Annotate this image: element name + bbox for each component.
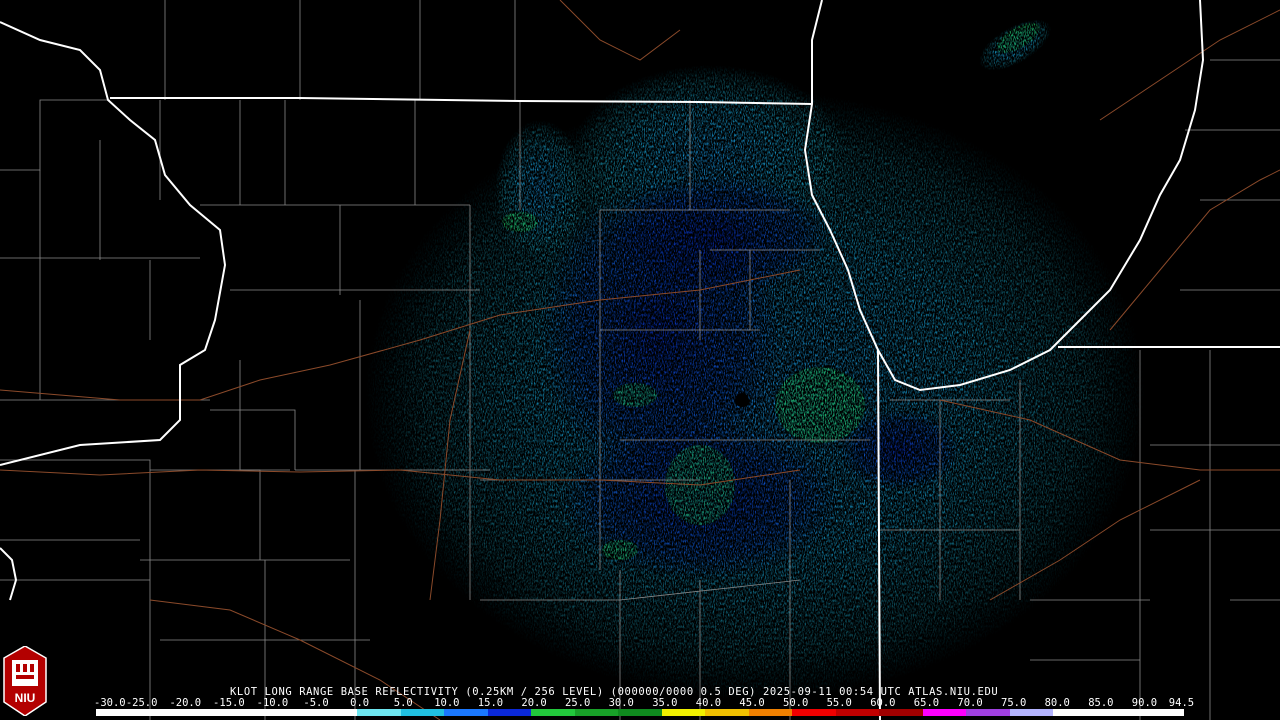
scale-label: 30.0 bbox=[608, 697, 634, 709]
scale-label: -10.0 bbox=[256, 697, 289, 709]
scale-label: 80.0 bbox=[1044, 697, 1070, 709]
color-scale-segment bbox=[748, 709, 793, 716]
radar-site-marker bbox=[735, 393, 749, 407]
color-scale-segment bbox=[487, 709, 532, 716]
color-scale-segment bbox=[1140, 709, 1184, 716]
scale-label: 75.0 bbox=[1001, 697, 1027, 709]
color-scale-segment bbox=[922, 709, 967, 716]
echo-nw-band bbox=[495, 120, 585, 260]
scale-label: 45.0 bbox=[739, 697, 765, 709]
color-scale-segment bbox=[966, 709, 1010, 716]
scale-label: 55.0 bbox=[826, 697, 852, 709]
color-scale-bar bbox=[96, 709, 1184, 716]
color-scale-segment bbox=[1096, 709, 1141, 716]
color-scale-segment bbox=[139, 709, 184, 716]
scale-label: 25.0 bbox=[565, 697, 591, 709]
scale-label: 40.0 bbox=[695, 697, 722, 709]
color-scale-segment bbox=[96, 709, 140, 716]
color-scale-segment bbox=[1053, 709, 1097, 716]
color-scale-segment bbox=[705, 709, 749, 716]
color-scale-segment bbox=[183, 709, 227, 716]
color-scale-labels: -30.0 -25.0 -20.0 -15.0 -10.0 -5.0 0.0 5.0 10.0 1… bbox=[94, 697, 1195, 709]
scale-label: 90.0 bbox=[1131, 697, 1158, 709]
mississippi-river bbox=[0, 21, 227, 466]
scale-label: 0.0 bbox=[350, 697, 370, 709]
reflectivity-echoes bbox=[365, 19, 1145, 700]
color-scale-segment bbox=[444, 709, 488, 716]
scale-label: 70.0 bbox=[957, 697, 983, 709]
scale-label: 20.0 bbox=[521, 697, 547, 709]
echo-core-north bbox=[610, 175, 830, 295]
color-scale-segment bbox=[835, 709, 880, 716]
scale-label: 15.0 bbox=[477, 697, 504, 709]
scale-label: 65.0 bbox=[913, 697, 940, 709]
scale-label: -25.0 bbox=[125, 697, 158, 709]
color-scale-segment bbox=[313, 709, 358, 716]
radar-map bbox=[0, 0, 1280, 720]
color-scale-segment bbox=[1009, 709, 1054, 716]
scale-label: 35.0 bbox=[652, 697, 678, 709]
color-scale-segment bbox=[226, 709, 271, 716]
scale-label: 60.0 bbox=[870, 697, 896, 709]
color-scale-segment bbox=[879, 709, 923, 716]
scale-label: 5.0 bbox=[393, 697, 413, 709]
color-scale-segment bbox=[792, 709, 836, 716]
scale-label: 50.0 bbox=[783, 697, 809, 709]
niu-logo: NIU bbox=[3, 646, 47, 716]
scale-label: -30.0 bbox=[94, 697, 126, 709]
color-scale-segment bbox=[400, 709, 445, 716]
scale-label: -5.0 bbox=[303, 697, 329, 709]
color-scale-segment bbox=[574, 709, 619, 716]
scale-label: -20.0 bbox=[169, 697, 202, 709]
scale-label: -15.0 bbox=[213, 697, 245, 709]
color-scale-segment bbox=[618, 709, 662, 716]
scale-label: 94.5 bbox=[1168, 697, 1195, 709]
color-scale-segment bbox=[661, 709, 706, 716]
logo-text: NIU bbox=[15, 691, 36, 705]
color-scale-segment bbox=[270, 709, 314, 716]
color-scale-segment bbox=[531, 709, 575, 716]
scale-label: 10.0 bbox=[434, 697, 460, 709]
missouri-edge bbox=[0, 547, 18, 601]
scale-label: 85.0 bbox=[1088, 697, 1114, 709]
color-scale-segment bbox=[357, 709, 401, 716]
